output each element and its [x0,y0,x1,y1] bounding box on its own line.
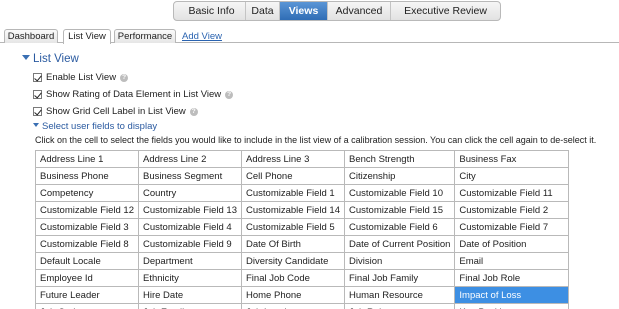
field-cell[interactable]: Customizable Field 3 [35,218,139,236]
field-cell[interactable]: Customizable Field 4 [138,218,242,236]
field-cell[interactable]: City [454,167,570,185]
field-cell[interactable]: Customizable Field 12 [35,201,139,219]
enable-list-view-label: Enable List View [46,72,117,83]
user-fields-title: Select user fields to display [42,121,158,132]
top-nav-tabs: Basic Info Data Views Advanced Executive… [173,1,501,21]
field-cell[interactable]: Customizable Field 2 [454,201,570,219]
option-show-grid-cell-label: Show Grid Cell Label in List View ? [33,105,198,118]
field-cell[interactable]: Default Locale [35,252,139,270]
grid-row: Business Phone Business Segment Cell Phone… [35,167,570,185]
field-cell[interactable]: Home Phone [241,286,345,304]
field-cell[interactable]: Address Line 3 [241,150,345,168]
field-cell[interactable]: Customizable Field 13 [138,201,242,219]
field-cell[interactable]: Job Code [35,303,139,309]
field-cell[interactable]: Job Level [241,303,345,309]
show-grid-cell-label-label: Show Grid Cell Label in List View [46,106,186,117]
field-cell[interactable]: Division [343,252,456,270]
field-cell[interactable]: Competency [35,184,139,202]
field-cell[interactable]: Date of Current Position [343,235,456,253]
field-cell[interactable]: Human Resource [343,286,456,304]
option-show-rating: Show Rating of Data Element in List View… [33,88,234,101]
field-cell[interactable]: Business Phone [35,167,139,185]
grid-row: Competency Country Customizable Field 1 Cus… [35,184,570,202]
tab-basic-info[interactable]: Basic Info [174,2,246,20]
field-cell[interactable]: Key Position [454,303,570,309]
show-rating-label: Show Rating of Data Element in List View [46,89,222,100]
help-icon[interactable]: ? [225,90,234,99]
field-cell[interactable]: Job Role [343,303,456,309]
user-fields-grid: Address Line 1 Address Line 2 Address Line… [35,150,570,309]
field-cell[interactable]: Final Job Family [343,269,456,287]
field-cell[interactable]: Customizable Field 6 [343,218,456,236]
grid-row: Customizable Field 3 Customizable Field 4… [35,218,570,236]
user-fields-section-header[interactable]: Select user fields to display [33,121,157,132]
grid-row: Address Line 1 Address Line 2 Address Line… [35,150,570,168]
field-cell[interactable]: Final Job Code [241,269,345,287]
show-rating-checkbox[interactable] [33,90,42,99]
add-view-link[interactable]: Add View [182,30,224,44]
field-cell[interactable]: Employee Id [35,269,139,287]
grid-row: Customizable Field 12 Customizable Field … [35,201,570,219]
field-cell[interactable]: Customizable Field 15 [343,201,456,219]
grid-row: Future Leader Hire Date Home Phone Human Re… [35,286,570,304]
grid-row: Default Locale Department Diversity Candid… [35,252,570,270]
field-cell[interactable]: Cell Phone [241,167,345,185]
subtab-list-view[interactable]: List View [63,29,111,44]
field-cell[interactable]: Future Leader [35,286,139,304]
instructions-text: Click on the cell to select the fields y… [35,135,597,145]
tab-views[interactable]: Views [280,2,328,20]
field-cell[interactable]: Customizable Field 11 [454,184,570,202]
tab-data[interactable]: Data [246,2,280,20]
field-cell[interactable]: Country [138,184,242,202]
option-enable-list-view: Enable List View ? [33,71,129,84]
field-cell[interactable]: Business Segment [138,167,242,185]
field-cell[interactable]: Address Line 2 [138,150,242,168]
field-cell[interactable]: Customizable Field 14 [241,201,345,219]
subtab-dashboard[interactable]: Dashboard [4,29,58,43]
tab-advanced[interactable]: Advanced [328,2,391,20]
help-icon[interactable]: ? [189,107,198,116]
field-cell[interactable]: Final Job Role [454,269,570,287]
field-cell[interactable]: Customizable Field 7 [454,218,570,236]
field-cell[interactable]: Customizable Field 9 [138,235,242,253]
field-cell[interactable]: Customizable Field 10 [343,184,456,202]
collapse-triangle-icon [33,123,39,128]
subtab-performance[interactable]: Performance [114,29,176,43]
field-cell[interactable]: Customizable Field 1 [241,184,345,202]
list-view-title: List View [33,53,79,65]
field-cell[interactable]: Citizenship [343,167,456,185]
grid-row: Employee Id Ethnicity Final Job Code Final … [35,269,570,287]
field-cell[interactable]: Job Family [138,303,242,309]
field-cell[interactable]: Business Fax [454,150,570,168]
field-cell[interactable]: Hire Date [138,286,242,304]
collapse-triangle-icon [22,55,30,61]
field-cell[interactable]: Customizable Field 8 [35,235,139,253]
grid-row: Customizable Field 8 Customizable Field 9… [35,235,570,253]
field-cell[interactable]: Date of Position [454,235,570,253]
field-cell[interactable]: Ethnicity [138,269,242,287]
show-grid-cell-label-checkbox[interactable] [33,107,42,116]
view-subtabs: Dashboard List View Performance Add View [0,28,619,44]
list-view-section-header[interactable]: List View [22,53,79,65]
field-cell[interactable]: Address Line 1 [35,150,139,168]
field-cell[interactable]: Diversity Candidate [241,252,345,270]
field-cell[interactable]: Impact of Loss [454,286,570,304]
enable-list-view-checkbox[interactable] [33,73,42,82]
field-cell[interactable]: Bench Strength [343,150,456,168]
field-cell[interactable]: Email [454,252,570,270]
field-cell[interactable]: Date Of Birth [241,235,345,253]
grid-row: Job CodeJob FamilyJob LevelJob RoleKey P… [35,303,570,309]
field-cell[interactable]: Department [138,252,242,270]
field-cell[interactable]: Customizable Field 5 [241,218,345,236]
help-icon[interactable]: ? [120,73,129,82]
tab-executive-review[interactable]: Executive Review [391,2,500,20]
